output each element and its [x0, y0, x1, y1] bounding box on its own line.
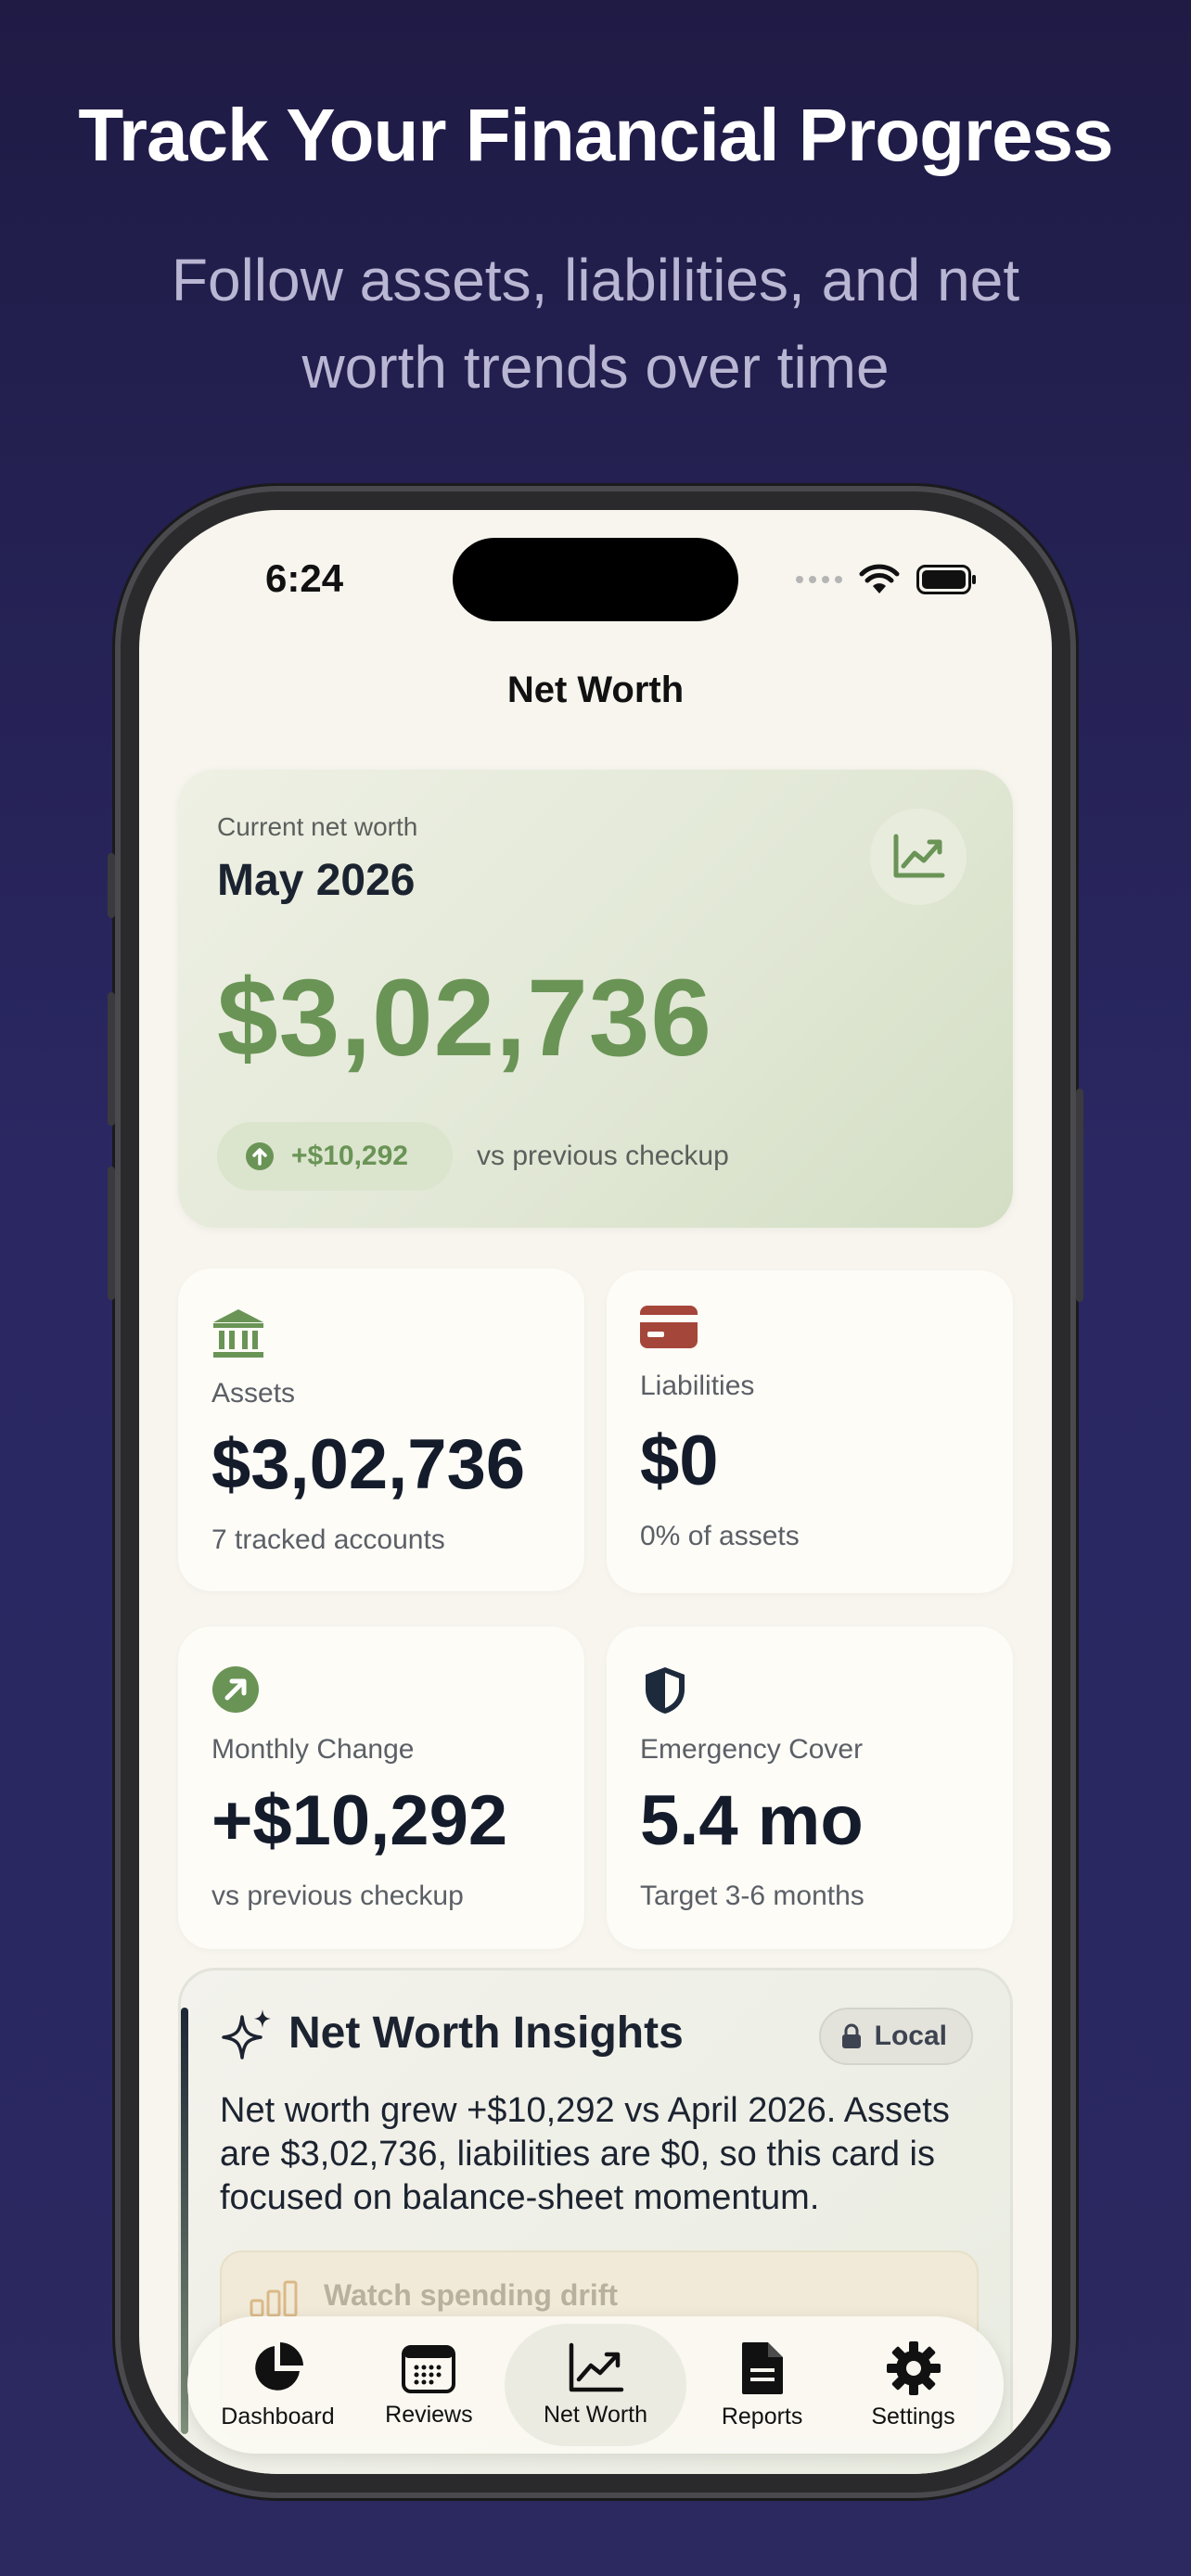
tab-reports-label: Reports — [721, 2403, 803, 2429]
chart-up-icon — [870, 809, 967, 905]
document-icon — [741, 2341, 783, 2394]
arrow-up-right-icon — [211, 1665, 260, 1718]
app-screen: 6:24 Net Worth Current net worth May 202… — [139, 510, 1052, 2474]
emergency-cover-tile[interactable]: Emergency Cover 5.4 mo Target 3-6 months — [607, 1626, 1013, 1949]
power-button — [1076, 1089, 1083, 1302]
wifi-icon — [859, 564, 900, 593]
chart-up-icon — [569, 2342, 624, 2391]
assets-sub: 7 tracked accounts — [211, 1524, 445, 1555]
tab-bar: Dashboard Reviews Net Worth Reports Sett… — [187, 2316, 1004, 2454]
bank-icon — [211, 1307, 265, 1364]
local-badge-label: Local — [874, 2021, 947, 2051]
screen-title: Net Worth — [506, 670, 685, 710]
change-pill: +$10,292 — [217, 1122, 453, 1191]
monthly-change-value: +$10,292 — [211, 1781, 508, 1860]
pie-chart-icon — [255, 2341, 304, 2391]
emergency-cover-value: 5.4 mo — [640, 1781, 864, 1860]
dynamic-island — [453, 538, 738, 621]
liabilities-tile[interactable]: Liabilities $0 0% of assets — [607, 1270, 1013, 1593]
monthly-change-label: Monthly Change — [211, 1734, 415, 1765]
signal-icon — [796, 576, 842, 583]
bar-chart-icon — [250, 2280, 298, 2317]
liabilities-label: Liabilities — [640, 1371, 755, 1401]
insights-accent-bar — [181, 2008, 188, 2434]
insights-title: Net Worth Insights — [288, 2009, 684, 2058]
liabilities-sub: 0% of assets — [640, 1521, 800, 1551]
tab-dashboard[interactable]: Dashboard — [202, 2324, 353, 2446]
net-worth-period: May 2026 — [217, 856, 416, 905]
shield-icon — [644, 1665, 686, 1720]
volume-down-button — [108, 1167, 115, 1300]
action-button — [108, 853, 115, 918]
monthly-change-sub: vs previous checkup — [211, 1881, 464, 1911]
emergency-cover-sub: Target 3-6 months — [640, 1881, 864, 1911]
tab-net-worth[interactable]: Net Worth — [504, 2324, 687, 2446]
change-note: vs previous checkup — [477, 1141, 729, 1171]
status-time: 6:24 — [265, 556, 344, 600]
monthly-change-tile[interactable]: Monthly Change +$10,292 vs previous chec… — [178, 1626, 584, 1949]
tab-net-worth-label: Net Worth — [543, 2401, 648, 2428]
sparkle-icon — [222, 2008, 274, 2068]
hero-subtitle: Follow assets, liabilities, and net wort… — [171, 247, 1020, 401]
tab-dashboard-label: Dashboard — [221, 2403, 335, 2429]
phone-frame: 6:24 Net Worth Current net worth May 202… — [108, 486, 1083, 2498]
gear-icon — [886, 2340, 941, 2395]
net-worth-label: Current net worth — [217, 812, 418, 841]
change-value: +$10,292 — [291, 1141, 408, 1171]
battery-icon — [916, 565, 976, 594]
tab-reviews-label: Reviews — [385, 2401, 473, 2428]
net-worth-card[interactable]: Current net worth May 2026 $3,02,736 +$1… — [178, 770, 1013, 1228]
lock-icon — [841, 2023, 861, 2048]
tab-settings[interactable]: Settings — [838, 2324, 989, 2446]
net-worth-value: $3,02,736 — [217, 957, 712, 1079]
tab-reports[interactable]: Reports — [686, 2324, 838, 2446]
assets-tile[interactable]: Assets $3,02,736 7 tracked accounts — [178, 1269, 584, 1591]
credit-card-icon — [640, 1306, 698, 1353]
insights-text: Net worth grew +$10,292 vs April 2026. A… — [220, 2091, 950, 2217]
hero-title: Track Your Financial Progress — [78, 94, 1113, 176]
assets-label: Assets — [211, 1378, 296, 1409]
assets-value: $3,02,736 — [211, 1425, 526, 1504]
calendar-icon — [402, 2344, 456, 2393]
arrow-up-circle-icon — [246, 1142, 274, 1170]
emergency-cover-label: Emergency Cover — [640, 1734, 864, 1765]
tab-reviews[interactable]: Reviews — [353, 2324, 505, 2446]
liabilities-value: $0 — [640, 1422, 719, 1500]
volume-up-button — [108, 992, 115, 1126]
status-icons — [796, 564, 978, 595]
local-badge: Local — [818, 2008, 973, 2065]
tab-settings-label: Settings — [871, 2403, 955, 2429]
insight-tip-title: Watch spending drift — [324, 2278, 619, 2312]
